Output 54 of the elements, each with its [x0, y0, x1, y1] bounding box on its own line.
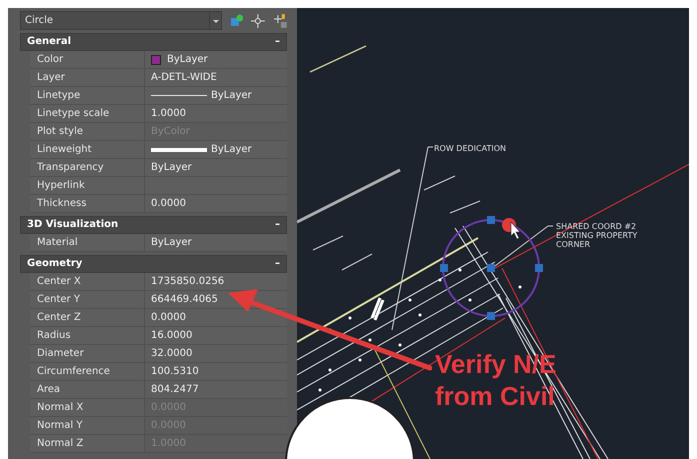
property-label: Linetype scale: [37, 108, 110, 118]
property-label: Normal Z: [37, 438, 84, 448]
property-label: Circumference: [37, 366, 110, 376]
property-label: Normal Y: [37, 420, 82, 430]
property-value: ByLayer: [211, 90, 252, 100]
property-value: A-DETL-WIDE: [151, 72, 217, 82]
property-label: Center X: [37, 276, 81, 286]
property-label: Thickness: [37, 198, 86, 208]
selected-circle[interactable]: [440, 216, 543, 320]
property-value: ByLayer: [151, 162, 192, 172]
property-label: Radius: [37, 330, 71, 340]
property-label: Material: [37, 238, 78, 248]
property-label: Lineweight: [37, 144, 92, 154]
property-label: Linetype: [37, 90, 80, 100]
property-value: ByLayer: [211, 144, 252, 154]
collapse-toggle[interactable]: –: [275, 37, 280, 47]
quick-select-icon[interactable]: [273, 14, 287, 28]
section-title: 3D Visualization: [27, 220, 118, 230]
property-label: Center Z: [37, 312, 81, 322]
property-value: 1.0000: [151, 108, 186, 118]
property-value: 0.0000: [151, 312, 186, 322]
cursor-icon: [510, 221, 521, 240]
object-type-dropdown[interactable]: Circle: [20, 11, 222, 30]
property-label: Color: [37, 54, 64, 64]
property-value: ByLayer: [167, 54, 208, 64]
property-label: Hyperlink: [37, 180, 85, 190]
caret-icon: [208, 12, 221, 29]
property-value: 804.2477: [151, 384, 199, 394]
section-header[interactable]: General –: [20, 33, 287, 51]
property-label: Center Y: [37, 294, 80, 304]
lineweight-sample: [151, 148, 207, 152]
section-header[interactable]: 3D Visualization –: [20, 216, 287, 234]
property-value: 32.0000: [151, 348, 192, 358]
property-value: 0.0000: [151, 198, 186, 208]
property-label: Plot style: [37, 126, 84, 136]
property-label: Diameter: [37, 348, 84, 358]
property-label: Area: [37, 384, 60, 394]
collapse-toggle[interactable]: –: [275, 259, 280, 269]
section-header[interactable]: Geometry –: [20, 255, 287, 273]
property-value: ByLayer: [151, 238, 192, 248]
section-title: Geometry: [27, 259, 82, 269]
property-value: 1735850.0256: [151, 276, 224, 286]
section-title: General: [27, 37, 71, 47]
property-value: 100.5310: [151, 366, 199, 376]
linetype-sample: [151, 95, 207, 96]
drawing-label: ROW DEDICATION: [434, 143, 506, 155]
property-label: Transparency: [37, 162, 104, 172]
property-label: Layer: [37, 72, 65, 82]
select-objects-icon[interactable]: [230, 14, 244, 28]
property-value: 664469.4065: [151, 294, 218, 304]
property-label: Normal X: [37, 402, 84, 412]
property-value: 16.0000: [151, 330, 192, 340]
crosshair-icon[interactable]: [251, 14, 266, 28]
collapse-toggle[interactable]: –: [275, 220, 280, 230]
